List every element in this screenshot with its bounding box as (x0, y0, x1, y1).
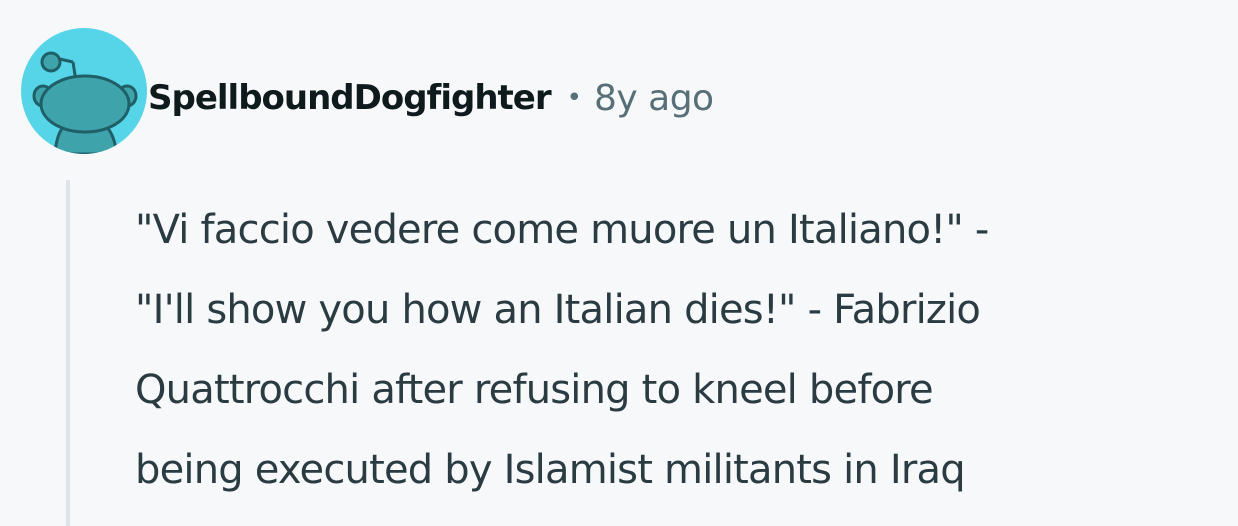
comment-body-line: Quattrocchi after refusing to kneel befo… (135, 367, 934, 413)
comment: SpellboundDogfighter • 8y ago "Vi faccio… (0, 0, 1238, 526)
comment-body: "Vi faccio vedere come muore un Italiano… (135, 190, 1230, 510)
comment-body-line: "Vi faccio vedere come muore un Italiano… (135, 207, 989, 253)
snoo-avatar-icon (32, 51, 138, 154)
comment-body-line: being executed by Islamist militants in … (135, 447, 966, 493)
thread-line[interactable] (66, 180, 70, 526)
comment-timestamp[interactable]: 8y ago (594, 78, 714, 119)
username-link[interactable]: SpellboundDogfighter (148, 78, 552, 118)
avatar[interactable] (21, 28, 147, 154)
separator-dot: • (566, 83, 582, 113)
comment-body-line: "I'll show you how an Italian dies!" - F… (135, 287, 981, 333)
comment-header: SpellboundDogfighter • 8y ago (148, 70, 714, 126)
